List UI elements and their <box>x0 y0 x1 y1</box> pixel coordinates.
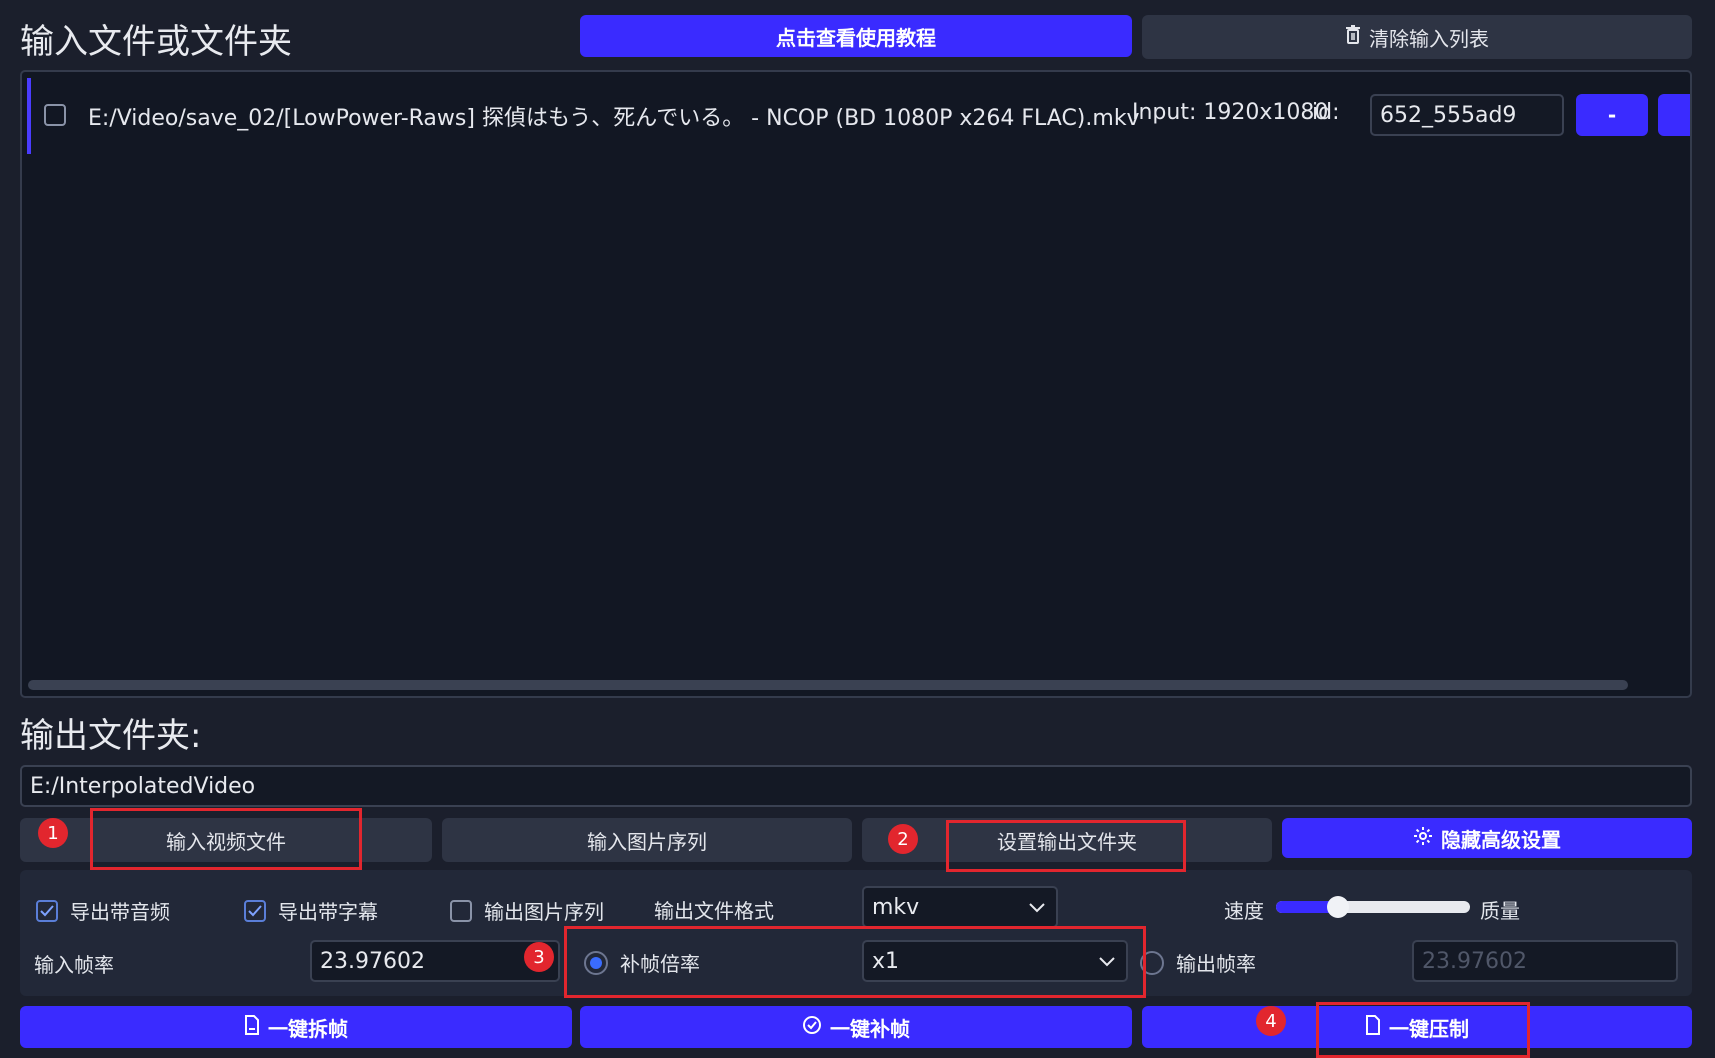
input-file-list[interactable]: E:/Video/save_02/[LowPower-Raws] 探偵はもう、死… <box>20 70 1692 698</box>
clear-list-label: 清除输入列表 <box>1369 26 1489 51</box>
output-fps-field[interactable]: 23.97602 <box>1412 940 1678 982</box>
gear-icon <box>1413 826 1433 851</box>
export-audio-checkbox[interactable] <box>36 899 58 922</box>
output-format-value: mkv <box>872 894 920 920</box>
file-row-checkbox[interactable] <box>44 104 66 126</box>
output-image-seq-label: 输出图片序列 <box>484 900 604 924</box>
annotation-box-3 <box>564 926 1146 998</box>
tutorial-button-label: 点击查看使用教程 <box>776 25 936 50</box>
input-images-label: 输入图片序列 <box>587 829 707 854</box>
output-image-seq-checkbox[interactable] <box>450 899 472 922</box>
input-fps-field[interactable]: 23.97602 <box>310 940 560 982</box>
file-id-label: id: <box>1312 100 1340 125</box>
input-fps-label: 输入帧率 <box>34 952 114 977</box>
file-icon <box>244 1014 260 1040</box>
interpolate-button[interactable]: 一键补帧 <box>580 1006 1132 1048</box>
export-subtitles-checkbox[interactable] <box>244 899 266 922</box>
output-fps-option[interactable]: 输出帧率 <box>1140 948 1256 977</box>
annotation-badge-2: 2 <box>888 824 918 854</box>
speed-quality-slider-handle[interactable] <box>1327 896 1349 918</box>
file-row-extra-button[interactable] <box>1658 94 1690 136</box>
interpolate-label: 一键补帧 <box>830 1016 910 1041</box>
input-images-button[interactable]: 输入图片序列 <box>442 818 852 862</box>
remove-file-button[interactable]: - <box>1576 94 1648 136</box>
clear-list-button[interactable]: 清除输入列表 <box>1142 15 1692 59</box>
file-resolution: Input: 1920x1080 <box>1132 100 1329 125</box>
annotation-box-4 <box>1316 1002 1530 1058</box>
trash-icon <box>1345 24 1361 50</box>
tutorial-button[interactable]: 点击查看使用教程 <box>580 15 1132 57</box>
annotation-badge-4: 4 <box>1256 1006 1286 1036</box>
file-id-input[interactable]: 652_555ad9 <box>1370 94 1564 136</box>
export-subtitles-option[interactable]: 导出带字幕 <box>244 896 378 925</box>
file-path: E:/Video/save_02/[LowPower-Raws] 探偵はもう、死… <box>88 106 1140 131</box>
split-frames-label: 一键拆帧 <box>268 1016 348 1041</box>
annotation-box-2 <box>946 820 1186 872</box>
split-frames-button[interactable]: 一键拆帧 <box>20 1006 572 1048</box>
output-fps-label: 输出帧率 <box>1176 952 1256 976</box>
output-path-field[interactable]: E:/InterpolatedVideo <box>20 765 1692 807</box>
input-section-title: 输入文件或文件夹 <box>20 22 292 62</box>
annotation-box-1 <box>90 808 362 870</box>
export-audio-option[interactable]: 导出带音频 <box>36 896 170 925</box>
row-selection-indicator <box>27 78 31 154</box>
chevron-down-icon <box>1028 895 1046 919</box>
export-subtitles-label: 导出带字幕 <box>278 900 378 924</box>
quality-label: 质量 <box>1480 898 1520 923</box>
remove-file-label: - <box>1607 103 1617 127</box>
hide-advanced-label: 隐藏高级设置 <box>1441 827 1561 852</box>
output-section-title: 输出文件夹: <box>20 716 202 756</box>
speed-quality-slider[interactable] <box>1276 896 1470 918</box>
output-image-seq-option[interactable]: 输出图片序列 <box>450 896 604 925</box>
annotation-badge-1: 1 <box>38 818 68 848</box>
export-audio-label: 导出带音频 <box>70 900 170 924</box>
output-format-label: 输出文件格式 <box>654 898 774 923</box>
output-format-select[interactable]: mkv <box>862 886 1058 928</box>
hide-advanced-button[interactable]: 隐藏高级设置 <box>1282 818 1692 858</box>
check-circle-icon <box>802 1015 822 1040</box>
annotation-badge-3: 3 <box>524 942 554 972</box>
speed-label: 速度 <box>1224 898 1264 923</box>
horizontal-scrollbar[interactable] <box>28 680 1628 690</box>
file-list-row[interactable]: E:/Video/save_02/[LowPower-Raws] 探偵はもう、死… <box>22 72 1690 158</box>
